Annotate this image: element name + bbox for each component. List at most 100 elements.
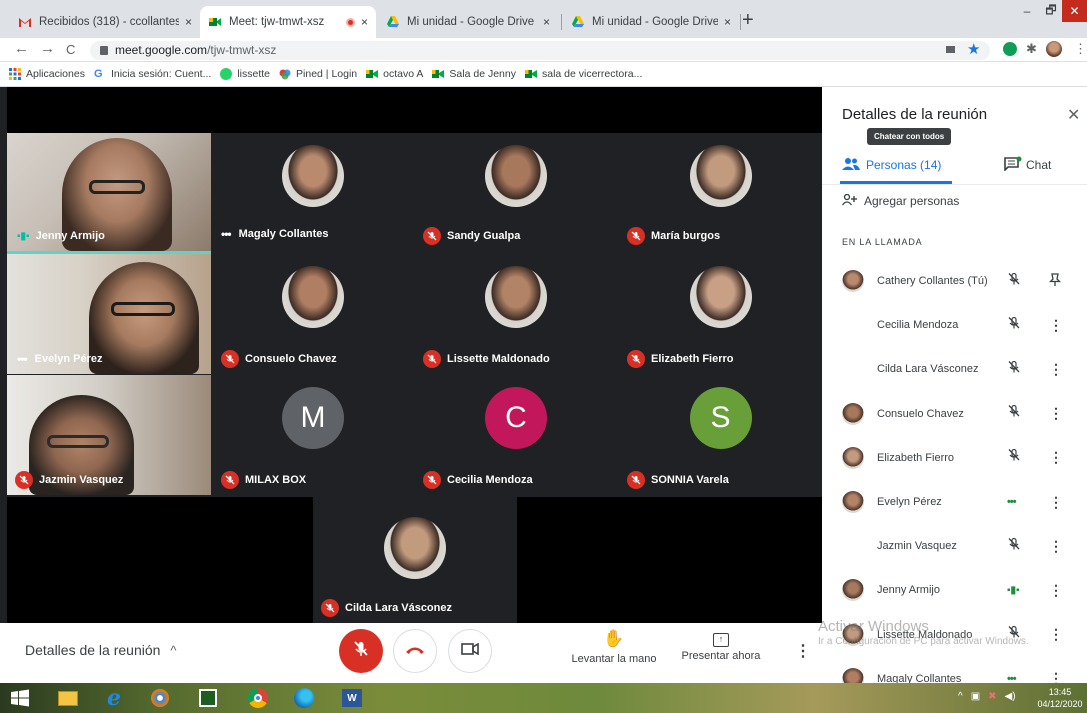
close-tab-icon[interactable]: ×	[185, 15, 192, 29]
bookmark-whatsapp[interactable]: lissette	[220, 68, 270, 80]
file-explorer-icon[interactable]	[54, 685, 82, 711]
system-clock[interactable]: 13:45 04/12/2020	[1035, 686, 1085, 710]
mic-toggle-button[interactable]	[339, 629, 383, 673]
participant-name: Cilda Lara Vásconez	[345, 602, 452, 614]
pined-icon	[279, 68, 291, 80]
participant-tile[interactable]: Elizabeth Fierro	[619, 254, 822, 374]
extensions-puzzle-icon[interactable]: ✱	[1026, 41, 1037, 57]
browser-menu-icon[interactable]: ⋮	[1074, 41, 1087, 57]
extension-icon[interactable]	[1003, 42, 1017, 56]
leave-call-button[interactable]	[393, 629, 437, 673]
camera-toggle-button[interactable]	[448, 629, 492, 673]
participant-list-item[interactable]: Jenny Armijo ▪▮▪ ⋮	[822, 568, 1087, 612]
bookmark-apps[interactable]: Aplicaciones	[9, 68, 85, 80]
chrome-icon[interactable]	[244, 685, 272, 711]
volume-icon[interactable]: ◀)	[1005, 691, 1016, 702]
bookmark-google[interactable]: G Inicia sesión: Cuent...	[94, 68, 211, 80]
participant-list-item[interactable]: Cilda Lara Vásconez ⋮	[822, 347, 1087, 391]
participant-tile[interactable]: María burgos	[619, 133, 822, 251]
bookmark-sala-vicerrectora[interactable]: sala de vicerrectora...	[524, 68, 642, 80]
more-vert-icon[interactable]: ⋮	[1049, 317, 1063, 334]
apps-grid-icon	[9, 68, 21, 80]
participant-tile[interactable]: C Cecilia Mendoza	[415, 375, 617, 495]
media-player-icon[interactable]	[146, 685, 174, 711]
reload-button[interactable]: C	[66, 42, 75, 57]
new-tab-button[interactable]: +	[742, 9, 754, 32]
more-vert-icon[interactable]: ⋮	[1049, 582, 1063, 599]
more-vert-icon[interactable]: ⋮	[1049, 626, 1063, 643]
bookmark-star-icon[interactable]: ★	[967, 40, 980, 58]
speaking-icon: ▪▮▪	[1007, 584, 1020, 596]
panel-divider	[822, 184, 1087, 185]
antivirus-icon[interactable]: ✖	[988, 691, 996, 702]
video-tile-jenny[interactable]: ▪▮▪ Jenny Armijo	[7, 133, 211, 251]
tab-meet[interactable]: Meet: tjw-tmwt-xsz ×	[200, 6, 376, 38]
letter-avatar: S	[689, 387, 752, 449]
participant-tile[interactable]: Cilda Lara Vásconez	[313, 497, 517, 623]
pin-icon[interactable]	[1048, 272, 1062, 290]
store-icon[interactable]	[194, 685, 222, 711]
maximize-button[interactable]: 🗗	[1040, 0, 1062, 22]
tab-drive-2[interactable]: Mi unidad - Google Drive ×	[563, 6, 739, 38]
tray-chevron-icon[interactable]: ^	[958, 691, 963, 702]
more-vert-icon[interactable]: ⋮	[1049, 405, 1063, 422]
tab-chat[interactable]: Chat	[1004, 149, 1074, 181]
participant-tile[interactable]: Consuelo Chavez	[213, 254, 413, 374]
minimize-button[interactable]: –	[1015, 0, 1039, 22]
camera-in-use-icon[interactable]	[946, 46, 955, 53]
close-tab-icon[interactable]: ×	[361, 15, 368, 29]
participant-list-item[interactable]: Consuelo Chavez ⋮	[822, 392, 1087, 436]
video-tile-jazmin[interactable]: Jazmin Vasquez	[7, 375, 211, 495]
url-field[interactable]: meet.google.com/tjw-tmwt-xsz	[90, 41, 990, 60]
network-icon[interactable]: ▣	[971, 691, 980, 702]
participant-tile[interactable]: ••• Magaly Collantes	[213, 133, 413, 251]
more-vert-icon[interactable]: ⋮	[1049, 670, 1063, 683]
add-people-button[interactable]: Agregar personas	[841, 191, 959, 211]
participant-list-item[interactable]: Evelyn Pérez ••• ⋮	[822, 480, 1087, 524]
close-panel-button[interactable]: ✕	[1067, 105, 1080, 125]
participant-label: ••• Evelyn Pérez	[17, 352, 102, 366]
participant-tile[interactable]: Lissette Maldonado	[415, 254, 617, 374]
meet-icon	[432, 68, 445, 80]
participant-name: Lissette Maldonado	[447, 353, 550, 365]
profile-avatar[interactable]	[1046, 41, 1062, 57]
tab-divider	[740, 14, 741, 30]
participant-tile[interactable]: M MILAX BOX	[213, 375, 413, 495]
close-window-button[interactable]: ✕	[1062, 0, 1087, 22]
tab-people[interactable]: Personas (14)	[842, 149, 957, 181]
windows-start-icon[interactable]	[6, 685, 34, 711]
participant-list-item[interactable]: Elizabeth Fierro ⋮	[822, 436, 1087, 480]
more-vert-icon[interactable]: ⋮	[1049, 538, 1063, 555]
video-camera-icon	[461, 642, 479, 660]
tab-drive-1[interactable]: Mi unidad - Google Drive ×	[378, 6, 558, 38]
forward-button[interactable]: →	[40, 40, 55, 57]
participant-list-item[interactable]: Cecilia Mendoza ⋮	[822, 303, 1087, 347]
back-button[interactable]: ←	[14, 40, 29, 57]
close-tab-icon[interactable]: ×	[543, 15, 550, 29]
bookmark-pined[interactable]: Pined | Login	[279, 68, 357, 80]
participant-list-item[interactable]: Magaly Collantes ••• ⋮	[822, 657, 1087, 683]
bookmark-label: Inicia sesión: Cuent...	[110, 68, 212, 80]
participant-list-item[interactable]: Jazmin Vasquez ⋮	[822, 524, 1087, 568]
bookmark-sala-jenny[interactable]: Sala de Jenny	[432, 68, 516, 80]
more-vert-icon[interactable]: ⋮	[1049, 449, 1063, 466]
speaking-icon: ▪▮▪	[17, 230, 30, 242]
more-vert-icon[interactable]: ⋮	[1049, 361, 1063, 378]
more-dots-icon: •••	[221, 227, 232, 241]
more-options-button[interactable]: ⋮	[795, 641, 811, 661]
word-icon[interactable]: W	[338, 685, 366, 711]
raise-hand-button[interactable]: ✋ Levantar la mano	[566, 629, 662, 677]
video-tile-evelyn[interactable]: ••• Evelyn Pérez	[7, 254, 211, 374]
profile-photo-avatar	[384, 517, 446, 579]
close-tab-icon[interactable]: ×	[724, 15, 731, 29]
present-now-button[interactable]: ↑ Presentar ahora	[678, 629, 764, 677]
edge-icon[interactable]	[290, 685, 318, 711]
participant-tile[interactable]: S SONNIA Varela	[619, 375, 822, 495]
internet-explorer-icon[interactable]: e	[100, 685, 128, 711]
more-vert-icon[interactable]: ⋮	[1049, 494, 1063, 511]
meeting-details-button[interactable]: Detalles de la reunión ^	[25, 642, 177, 658]
participant-tile[interactable]: Sandy Gualpa	[415, 133, 617, 251]
participant-list-item[interactable]: Cathery Collantes (Tú)	[822, 259, 1087, 303]
bookmark-octavo[interactable]: octavo A	[366, 68, 423, 80]
tab-gmail[interactable]: Recibidos (318) - ccollantes@cen ×	[10, 6, 200, 38]
